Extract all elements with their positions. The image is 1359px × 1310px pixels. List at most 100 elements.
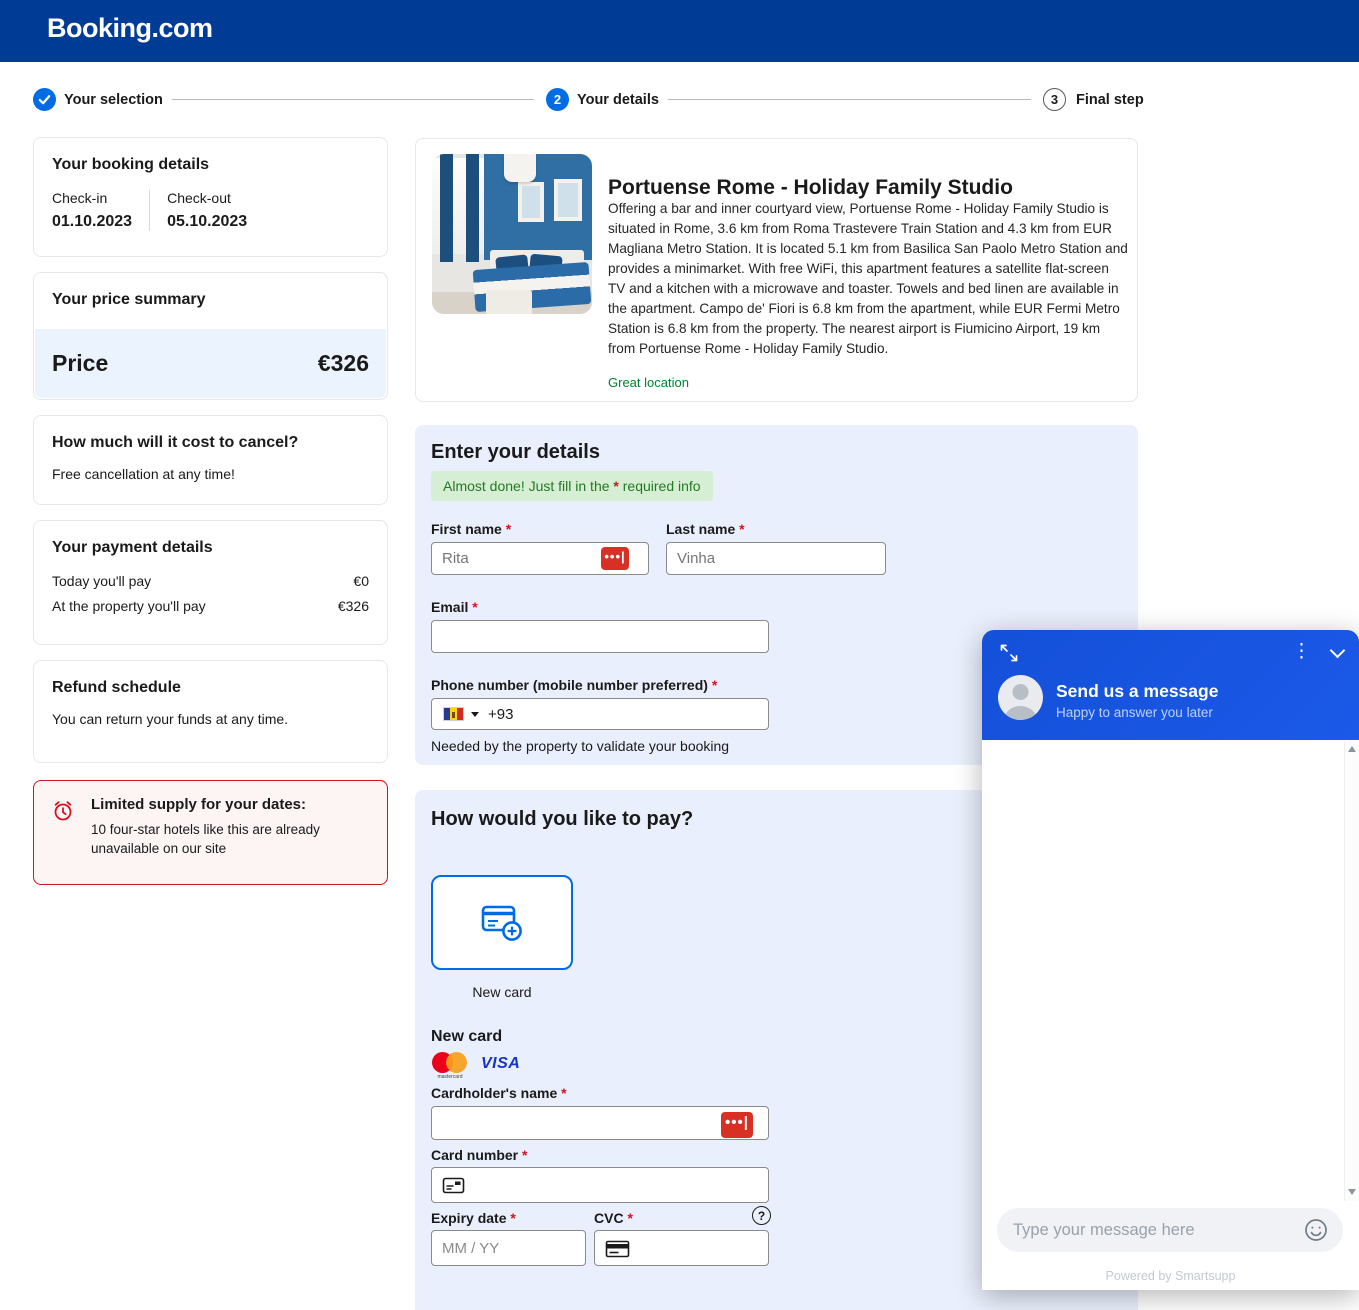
photo-pendant-lamp bbox=[504, 154, 536, 182]
phone-country-code[interactable]: +93 bbox=[488, 706, 513, 723]
email-field bbox=[431, 620, 769, 653]
password-manager-icon[interactable]: •••| bbox=[721, 1112, 753, 1138]
progress-line-1 bbox=[172, 99, 534, 100]
phone-label: Phone number (mobile number preferred) * bbox=[431, 677, 717, 693]
cardholder-input[interactable] bbox=[432, 1107, 768, 1139]
step-3-label: Final step bbox=[1076, 92, 1144, 108]
required-asterisk: * bbox=[627, 1210, 632, 1226]
cardholder-label: Cardholder's name * bbox=[431, 1085, 567, 1101]
price-summary-card: Your price summary Price €326 bbox=[33, 272, 388, 400]
credit-card-icon bbox=[442, 1177, 466, 1195]
phone-field[interactable]: +93 bbox=[431, 698, 769, 730]
app-header: Booking.com bbox=[0, 0, 1359, 62]
phone-helper-text: Needed by the property to validate your … bbox=[431, 738, 729, 754]
emoji-icon[interactable] bbox=[1303, 1217, 1329, 1243]
agent-avatar bbox=[998, 675, 1043, 720]
almost-done-banner: Almost done! Just fill in the * required… bbox=[431, 471, 713, 501]
powered-by-label: Powered by Smartsupp bbox=[982, 1269, 1359, 1283]
expand-chat-icon[interactable] bbox=[999, 643, 1019, 663]
progress-line-2 bbox=[668, 99, 1031, 100]
checkout-block: Check-out 05.10.2023 bbox=[167, 190, 247, 231]
refund-schedule-title: Refund schedule bbox=[34, 661, 387, 697]
step-1-label: Your selection bbox=[64, 92, 163, 108]
payment-property-value: €326 bbox=[338, 598, 369, 614]
chat-menu-icon[interactable]: ⋮ bbox=[1292, 641, 1311, 663]
card-number-field bbox=[431, 1167, 769, 1203]
new-card-icon bbox=[476, 902, 528, 944]
expiry-input[interactable] bbox=[432, 1231, 585, 1265]
payment-today-label: Today you'll pay bbox=[52, 573, 151, 589]
booking-logo[interactable]: Booking.com bbox=[47, 13, 213, 44]
photo-curtain bbox=[440, 154, 453, 262]
email-input[interactable] bbox=[432, 621, 768, 652]
chat-scrollbar[interactable] bbox=[1344, 741, 1359, 1201]
step-1-done-indicator bbox=[33, 88, 56, 111]
chat-title: Send us a message bbox=[1056, 681, 1218, 702]
country-flag-icon[interactable] bbox=[443, 707, 464, 721]
cancellation-title: How much will it cost to cancel? bbox=[34, 416, 387, 452]
enter-details-title: Enter your details bbox=[431, 441, 600, 464]
payment-details-title: Your payment details bbox=[34, 521, 387, 557]
property-photo bbox=[432, 154, 592, 314]
payment-row-property: At the property you'll pay €326 bbox=[52, 598, 369, 614]
chat-widget: ⋮ Send us a message Happy to answer you … bbox=[982, 630, 1359, 1290]
checkout-date: 05.10.2023 bbox=[167, 213, 247, 231]
card-number-label: Card number * bbox=[431, 1147, 527, 1163]
mastercard-logo: mastercard bbox=[431, 1052, 469, 1080]
payment-title: How would you like to pay? bbox=[431, 808, 693, 831]
checkin-label: Check-in bbox=[52, 190, 132, 206]
chat-input-bar bbox=[997, 1208, 1343, 1252]
payment-row-today: Today you'll pay €0 bbox=[52, 573, 369, 589]
new-card-heading: New card bbox=[431, 1028, 502, 1046]
payment-today-value: €0 bbox=[353, 573, 369, 589]
password-manager-icon[interactable]: •••| bbox=[601, 547, 629, 570]
last-name-label: Last name * bbox=[666, 521, 745, 537]
booking-details-card: Your booking details Check-in 01.10.2023… bbox=[33, 137, 388, 257]
email-label: Email * bbox=[431, 599, 478, 615]
chevron-down-icon[interactable] bbox=[471, 712, 479, 717]
cvc-card-icon bbox=[605, 1240, 631, 1259]
visa-logo: VISA bbox=[481, 1055, 520, 1073]
alert-text: 10 four-star hotels like this are alread… bbox=[91, 820, 367, 858]
first-name-label: First name * bbox=[431, 521, 511, 537]
property-title: Portuense Rome - Holiday Family Studio bbox=[608, 176, 1013, 200]
required-asterisk: * bbox=[522, 1147, 527, 1163]
required-asterisk: * bbox=[561, 1085, 566, 1101]
required-asterisk: * bbox=[739, 521, 744, 537]
required-asterisk: * bbox=[510, 1210, 515, 1226]
refund-schedule-text: You can return your funds at any time. bbox=[34, 697, 387, 727]
photo-bench bbox=[486, 290, 532, 314]
property-card: Portuense Rome - Holiday Family Studio O… bbox=[415, 138, 1138, 402]
chat-header: ⋮ Send us a message Happy to answer you … bbox=[982, 630, 1359, 740]
scroll-down-arrow-icon[interactable] bbox=[1348, 1189, 1356, 1195]
cvc-help-icon[interactable]: ? bbox=[752, 1206, 771, 1225]
alarm-clock-icon bbox=[51, 799, 75, 823]
new-card-option[interactable] bbox=[431, 875, 573, 970]
booking-details-title: Your booking details bbox=[34, 138, 387, 174]
dates-divider bbox=[149, 190, 150, 231]
cvc-label: CVC * bbox=[594, 1210, 633, 1226]
required-asterisk: * bbox=[506, 521, 511, 537]
chat-minimize-icon[interactable] bbox=[1330, 643, 1346, 659]
location-badge: Great location bbox=[608, 375, 689, 390]
cvc-field bbox=[594, 1230, 769, 1266]
expiry-field bbox=[431, 1230, 586, 1266]
step-3-indicator: 3 bbox=[1043, 88, 1066, 111]
alert-title: Limited supply for your dates: bbox=[91, 796, 371, 813]
checkin-date: 01.10.2023 bbox=[52, 213, 132, 231]
refund-schedule-card: Refund schedule You can return your fund… bbox=[33, 660, 388, 763]
new-card-caption: New card bbox=[431, 984, 573, 1000]
property-description: Offering a bar and inner courtyard view,… bbox=[608, 199, 1128, 359]
scroll-up-arrow-icon[interactable] bbox=[1348, 746, 1356, 752]
required-asterisk: * bbox=[472, 599, 477, 615]
banner-text-1: Almost done! Just fill in the bbox=[443, 478, 613, 494]
chat-message-input[interactable] bbox=[1011, 1220, 1303, 1241]
accepted-cards: mastercard VISA bbox=[431, 1052, 520, 1080]
price-value: €326 bbox=[318, 350, 369, 377]
chat-subtitle: Happy to answer you later bbox=[1056, 705, 1213, 720]
photo-wall-frame bbox=[518, 182, 544, 222]
price-band: Price €326 bbox=[35, 329, 386, 398]
cardholder-field bbox=[431, 1106, 769, 1140]
last-name-input[interactable] bbox=[667, 543, 885, 574]
card-number-input[interactable] bbox=[432, 1168, 768, 1202]
